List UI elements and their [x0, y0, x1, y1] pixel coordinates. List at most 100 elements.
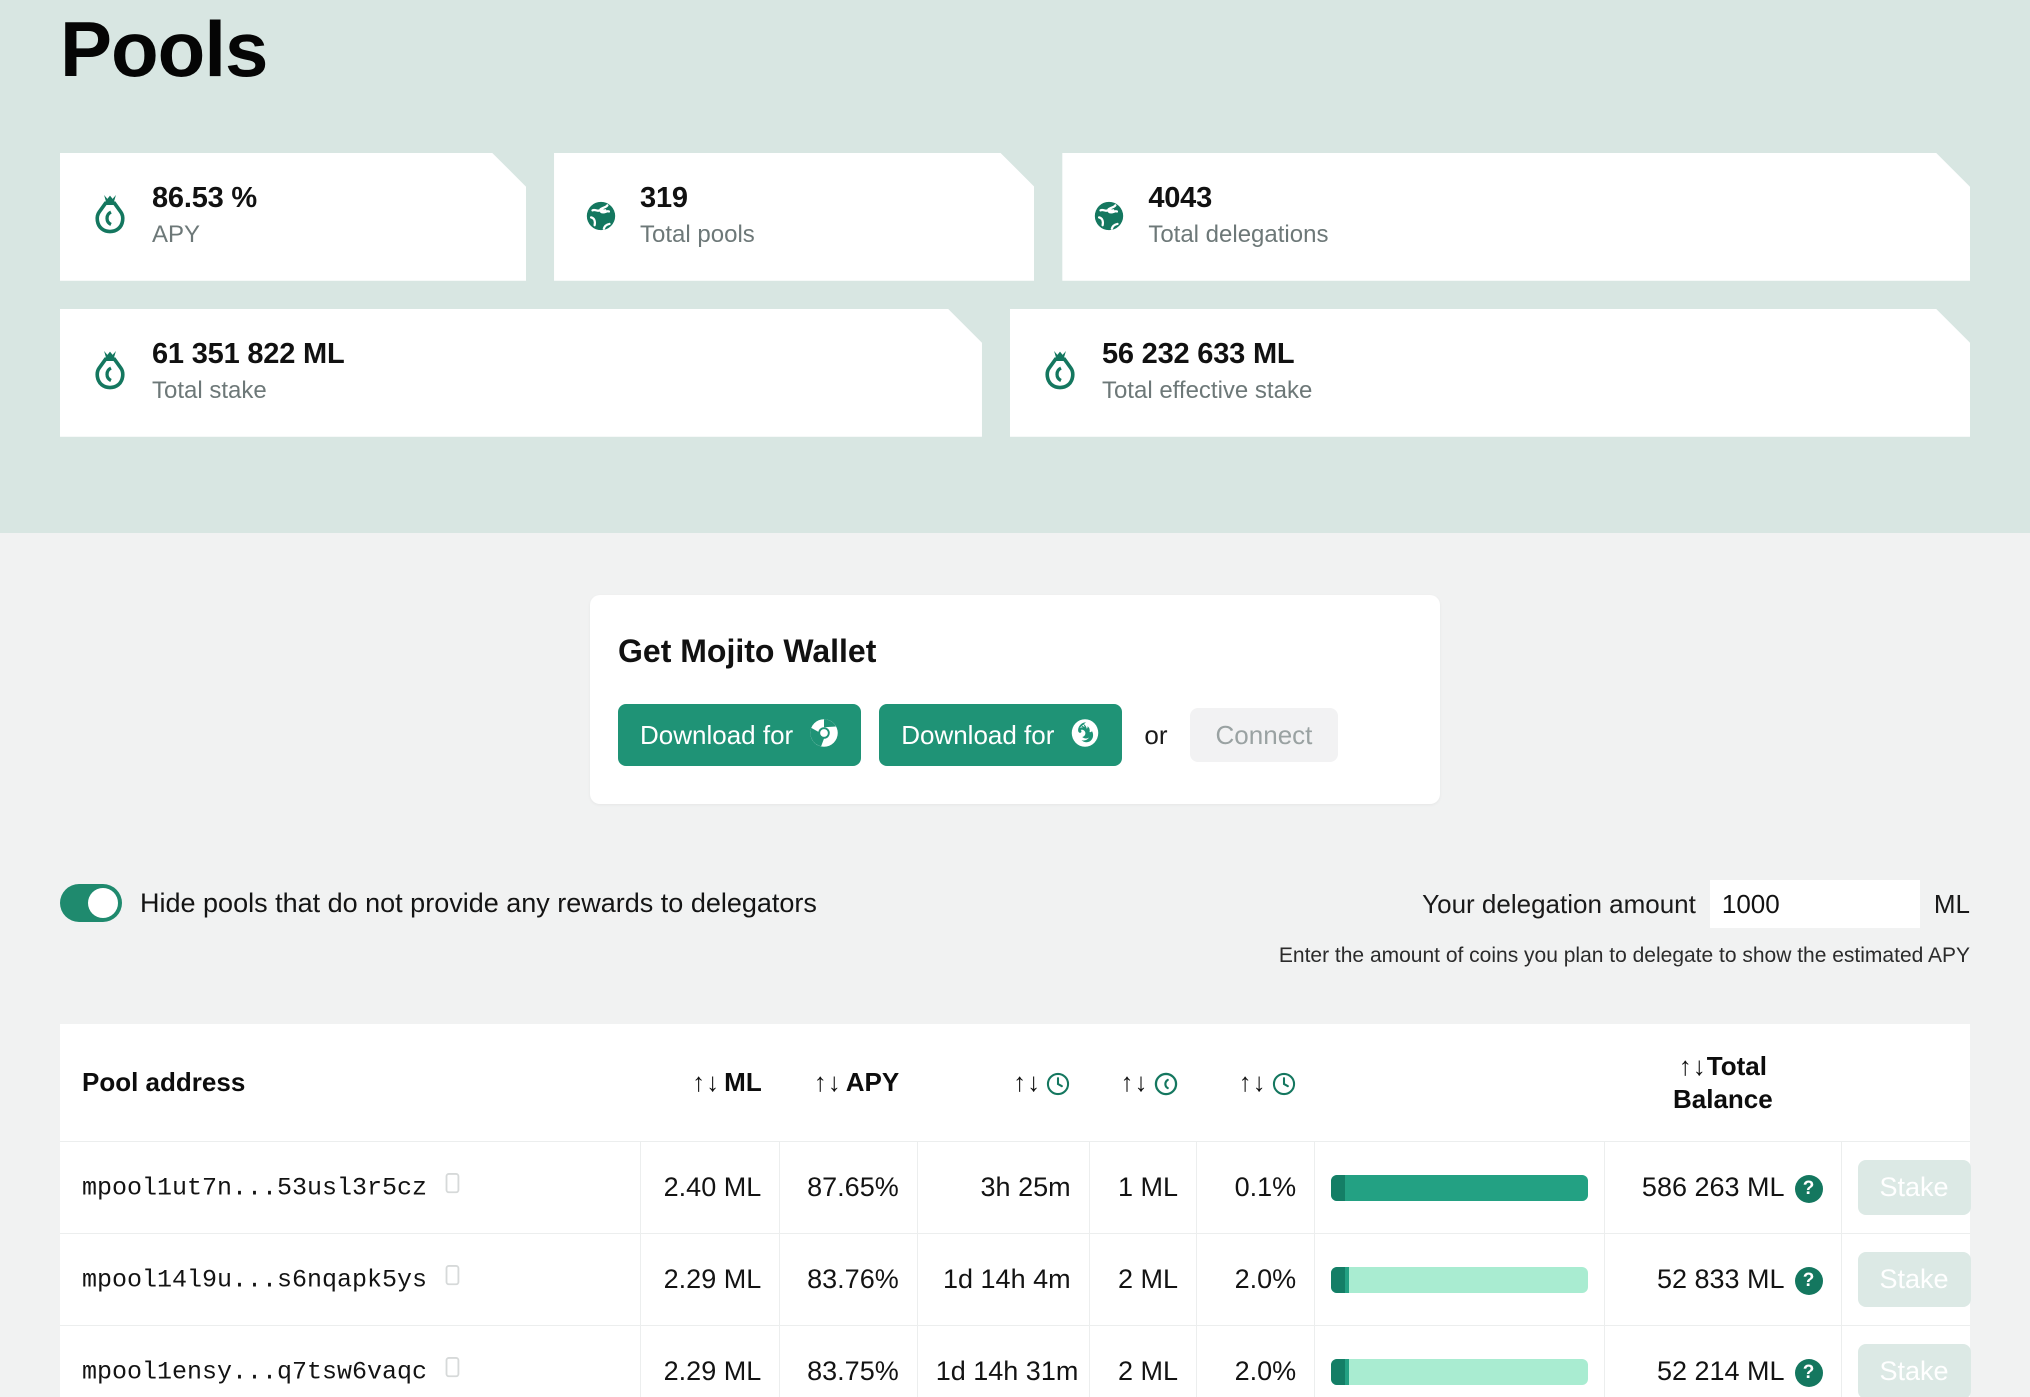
- sort-arrows-icon: ↑↓: [1120, 1067, 1149, 1097]
- header-apy[interactable]: ↑↓ APY: [779, 1024, 918, 1142]
- stat-text: 56 232 633 ML Total effective stake: [1102, 338, 1312, 405]
- sort-control[interactable]: ↑↓ ML: [692, 1067, 762, 1098]
- stat-label: Total effective stake: [1101, 377, 1313, 405]
- cell-ml: 2.40 ML: [639, 1141, 780, 1234]
- stat-value: 56 232 633 ML: [1101, 338, 1295, 371]
- stake-button[interactable]: Stake: [1857, 1252, 1971, 1307]
- stat-value: 319: [640, 182, 688, 215]
- clock-icon: [1271, 1067, 1297, 1098]
- cell-margin: 0.1%: [1196, 1141, 1315, 1234]
- stat-card-total-pools: 319 Total pools: [554, 153, 1034, 281]
- stake-button[interactable]: Stake: [1857, 1344, 1971, 1397]
- stake-button[interactable]: Stake: [1857, 1160, 1971, 1215]
- stat-card-apy: 86.53 % APY: [60, 153, 526, 281]
- stat-card-total-effective-stake: 56 232 633 ML Total effective stake: [1010, 309, 1970, 437]
- stat-value: 61 351 822 ML: [152, 338, 345, 371]
- cell-stake-bar: [1314, 1233, 1605, 1326]
- stat-cards-grid: 86.53 % APY 319 Total pools 4043 Total d…: [0, 95, 2030, 437]
- table-row[interactable]: mpool1ensy...q7tsw6vaqc 2.29 ML 83.75% 1d 1…: [60, 1325, 1971, 1397]
- help-icon[interactable]: ?: [1794, 1266, 1823, 1295]
- globe-icon: [1092, 199, 1126, 233]
- cell-actions: Stake: [1840, 1325, 1971, 1397]
- header-cost-per-block[interactable]: ↑↓: [1089, 1024, 1197, 1142]
- delegation-amount-input[interactable]: [1709, 880, 1920, 928]
- stake-progress-bar: [1331, 1174, 1589, 1201]
- cell-ml: 2.29 ML: [639, 1325, 780, 1397]
- sort-control[interactable]: ↑↓: [1013, 1067, 1071, 1098]
- cell-total-balance: 52 214 ML?: [1604, 1325, 1842, 1397]
- table-row[interactable]: mpool14l9u...s6nqapk5ys 2.29 ML 83.76% 1d 1…: [60, 1233, 1971, 1326]
- stat-text: 4043 Total delegations: [1148, 182, 1328, 249]
- pools-table-body: mpool1ut7n...53usl3r5cz 2.40 ML 87.65% 3h 2…: [60, 1141, 1971, 1397]
- money-bag-icon: [1040, 349, 1080, 395]
- cell-cost: 2 ML: [1088, 1233, 1197, 1326]
- copy-icon[interactable]: [441, 1171, 463, 1205]
- pool-address-text: mpool1ensy...q7tsw6vaqc: [82, 1357, 428, 1387]
- cell-apy: 83.75%: [779, 1325, 918, 1397]
- stat-text: 319 Total pools: [640, 182, 755, 249]
- header-ml[interactable]: ↑↓ ML: [640, 1024, 780, 1142]
- sort-arrows-icon: ↑↓: [692, 1067, 721, 1097]
- money-bag-icon: [90, 193, 130, 239]
- stat-card-total-stake: 61 351 822 ML Total stake: [60, 309, 982, 437]
- cell-apy: 87.65%: [779, 1141, 918, 1234]
- pools-table-wrap: Pool address ↑↓ ML ↑↓ APY ↑↓ ↑↓ ↑↓ ↑↓Tot…: [0, 968, 2030, 1397]
- download-chrome-button[interactable]: Download for: [618, 704, 862, 766]
- cell-pool-address: mpool1ensy...q7tsw6vaqc: [60, 1325, 641, 1397]
- cell-actions: Stake: [1840, 1233, 1971, 1326]
- firefox-icon: [1070, 718, 1100, 752]
- stake-progress-cap: [1331, 1174, 1346, 1201]
- clock-icon: [1045, 1067, 1071, 1098]
- money-bag-icon: [90, 349, 130, 395]
- delegation-amount-label: Your delegation amount: [1422, 888, 1696, 919]
- copy-icon[interactable]: [441, 1263, 463, 1297]
- hide-pools-toggle[interactable]: [60, 884, 122, 922]
- cell-cost: 2 ML: [1088, 1325, 1197, 1397]
- cell-cost: 1 ML: [1088, 1141, 1197, 1234]
- connect-button[interactable]: Connect: [1189, 708, 1339, 762]
- pools-table-head: Pool address ↑↓ ML ↑↓ APY ↑↓ ↑↓ ↑↓ ↑↓Tot…: [60, 1024, 1970, 1142]
- sort-control[interactable]: ↑↓: [1239, 1067, 1297, 1098]
- hide-pools-toggle-wrap[interactable]: Hide pools that do not provide any rewar…: [60, 880, 817, 922]
- total-balance-text: 586 263 ML: [1641, 1172, 1785, 1202]
- wallet-button-row: Download for Download for or Connect: [618, 704, 1410, 766]
- sort-arrows-icon: ↑↓: [1238, 1067, 1267, 1097]
- cell-margin: 2.0%: [1196, 1233, 1315, 1326]
- cell-pool-address: mpool1ut7n...53usl3r5cz: [60, 1141, 641, 1234]
- sort-arrows-icon: ↑↓: [813, 1067, 842, 1097]
- sort-arrows-icon: ↑↓: [1678, 1051, 1707, 1081]
- copy-icon[interactable]: [441, 1355, 463, 1389]
- header-actions: [1841, 1024, 1970, 1142]
- header-total-balance-line2: Balance: [1673, 1083, 1773, 1114]
- header-pool-address[interactable]: Pool address: [60, 1024, 641, 1142]
- page-title: Pools: [60, 5, 268, 93]
- stat-text: 61 351 822 ML Total stake: [152, 338, 344, 405]
- cell-stake-bar: [1314, 1141, 1605, 1234]
- stake-progress-bar: [1331, 1266, 1589, 1293]
- coin-icon: [1153, 1067, 1179, 1098]
- globe-icon: [584, 199, 618, 233]
- cell-block-time: 3h 25m: [916, 1141, 1090, 1234]
- stat-label: Total delegations: [1148, 221, 1329, 249]
- stake-progress-fill: [1331, 1174, 1589, 1201]
- header-ml-label: ML: [724, 1067, 762, 1097]
- download-firefox-label: Download for: [901, 720, 1055, 750]
- stat-card-total-delegations: 4043 Total delegations: [1062, 153, 1970, 281]
- header-total-balance[interactable]: ↑↓Total Balance: [1604, 1024, 1842, 1142]
- pool-address-text: mpool1ut7n...53usl3r5cz: [82, 1173, 428, 1203]
- help-icon[interactable]: ?: [1794, 1358, 1823, 1387]
- stake-progress-cap: [1331, 1358, 1346, 1385]
- header-stake-bar: [1314, 1024, 1605, 1142]
- download-firefox-button[interactable]: Download for: [879, 704, 1123, 766]
- header-block-time[interactable]: ↑↓: [917, 1024, 1090, 1142]
- sort-control[interactable]: ↑↓: [1121, 1067, 1179, 1098]
- wallet-title: Get Mojito Wallet: [618, 633, 877, 669]
- header-margin[interactable]: ↑↓: [1196, 1024, 1315, 1142]
- table-row[interactable]: mpool1ut7n...53usl3r5cz 2.40 ML 87.65% 3h 2…: [60, 1141, 1971, 1234]
- delegation-hint: Enter the amount of coins you plan to de…: [1278, 944, 1970, 967]
- cell-actions: Stake: [1840, 1141, 1971, 1234]
- chrome-icon: [809, 718, 839, 752]
- help-icon[interactable]: ?: [1794, 1174, 1823, 1203]
- stake-progress-cap: [1331, 1266, 1346, 1293]
- sort-control[interactable]: ↑↓ APY: [814, 1067, 899, 1098]
